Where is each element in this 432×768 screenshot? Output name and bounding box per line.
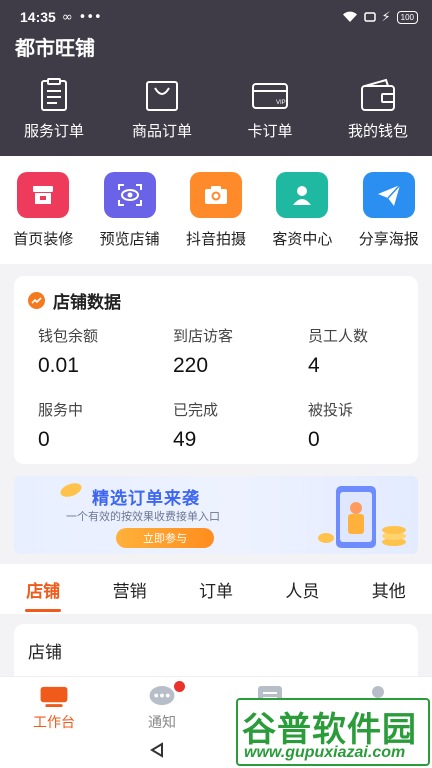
store-data-heading: 店铺数据: [53, 293, 121, 313]
infinity-icon: ∞: [61, 9, 73, 25]
tab-staff[interactable]: 人员: [259, 564, 345, 614]
nav-label: 通知: [148, 715, 176, 731]
watermark-url: www.gupuxiazai.com: [244, 744, 406, 761]
clipboard-icon: [41, 78, 67, 111]
stat-value: 0: [38, 428, 50, 451]
phone-illustration-icon: [318, 486, 406, 548]
quick-action-label: 商品订单: [131, 122, 192, 140]
paper-plane-icon: [362, 172, 415, 218]
stat-label: 已完成: [173, 401, 219, 419]
quick-actions: 服务订单 商品订单 VIP 卡订单 我的钱包: [0, 78, 432, 141]
stat-label: 钱包余额: [38, 327, 99, 345]
back-triangle-icon[interactable]: [150, 742, 164, 758]
stat-value: 4: [308, 354, 320, 377]
join-now-button[interactable]: 立即参与: [116, 528, 214, 548]
quick-action-label: 卡订单: [247, 122, 293, 140]
preview-store-button[interactable]: 预览店铺: [86, 156, 172, 264]
tab-orders[interactable]: 订单: [173, 564, 259, 614]
tool-label: 预览店铺: [99, 230, 160, 248]
header: 14:35 ∞ ••• ⚡ 100 都市旺铺 服务订单 商品订单 VIP 卡订单…: [0, 0, 432, 156]
coin-icon: [60, 483, 82, 497]
tool-label: 抖音拍摄: [185, 230, 246, 248]
vip-card-icon: VIP: [252, 83, 288, 109]
store-data-title: 店铺数据: [28, 288, 121, 313]
screen-icon: [363, 12, 376, 22]
stat-label: 被投诉: [308, 401, 354, 419]
category-tabs: 店铺 营销 订单 人员 其他: [0, 564, 432, 614]
tab-other[interactable]: 其他: [346, 564, 432, 614]
store-icon: [17, 172, 70, 218]
douyin-shoot-button[interactable]: 抖音拍摄: [173, 156, 259, 264]
eye-scan-icon: [103, 172, 156, 218]
product-orders-button[interactable]: 商品订单: [108, 78, 216, 141]
nav-label: 工作台: [33, 715, 75, 731]
app-title: 都市旺铺: [15, 36, 95, 60]
svg-text:VIP: VIP: [276, 100, 286, 106]
nav-workbench[interactable]: 工作台: [0, 677, 108, 732]
quick-action-label: 我的钱包: [347, 122, 408, 140]
promo-banner[interactable]: 精选订单来袭 一个有效的按效果收费接单入口 立即参与: [14, 476, 418, 554]
quick-action-label: 服务订单: [23, 122, 84, 140]
my-wallet-button[interactable]: 我的钱包: [324, 78, 432, 141]
stat-staff-count[interactable]: 员工人数 4: [308, 325, 432, 378]
banner-subtitle: 一个有效的按效果收费接单入口: [66, 510, 220, 523]
charging-icon: ⚡: [381, 9, 391, 25]
store-section: 店铺: [14, 624, 418, 684]
notification-badge: [174, 681, 185, 692]
banner-title: 精选订单来袭: [92, 489, 200, 509]
customer-center-button[interactable]: 客资中心: [259, 156, 345, 264]
battery-indicator: 100: [396, 10, 418, 24]
stat-complaints[interactable]: 被投诉 0: [308, 399, 432, 452]
workbench-icon: [40, 686, 68, 708]
wallet-icon: [361, 78, 395, 111]
section-title: 店铺: [28, 643, 62, 663]
stat-value: 0.01: [38, 354, 79, 377]
stat-label: 员工人数: [308, 327, 369, 345]
status-time: 14:35: [20, 9, 56, 25]
stat-completed[interactable]: 已完成 49: [173, 399, 303, 452]
chat-bubble-icon: [149, 685, 175, 706]
stat-value: 220: [173, 354, 209, 377]
stat-wallet-balance[interactable]: 钱包余额 0.01: [38, 325, 168, 378]
store-data-card: 店铺数据 钱包余额 0.01 到店访客 220 员工人数 4 服务中 0 已完成…: [14, 276, 418, 464]
status-bar: 14:35 ∞ ••• ⚡ 100: [0, 0, 432, 34]
stat-visitors[interactable]: 到店访客 220: [173, 325, 303, 378]
stat-in-service[interactable]: 服务中 0: [38, 399, 168, 452]
wifi-icon: [342, 11, 357, 22]
tools-row: 首页装修 预览店铺 抖音拍摄 客资中心 分享海报: [0, 156, 432, 264]
camera-icon: [189, 172, 242, 218]
trend-icon: [28, 292, 45, 309]
contact-card-icon: [276, 172, 329, 218]
card-orders-button[interactable]: VIP 卡订单: [216, 78, 324, 141]
share-poster-button[interactable]: 分享海报: [346, 156, 432, 264]
tab-store[interactable]: 店铺: [0, 564, 86, 614]
tool-label: 分享海报: [358, 230, 419, 248]
stat-label: 服务中: [38, 401, 84, 419]
tool-label: 首页装修: [13, 230, 74, 248]
stat-label: 到店访客: [173, 327, 234, 345]
stat-value: 49: [173, 428, 197, 451]
nav-notifications[interactable]: 通知: [108, 677, 216, 732]
homepage-decor-button[interactable]: 首页装修: [0, 156, 86, 264]
tool-label: 客资中心: [272, 230, 333, 248]
stat-value: 0: [308, 428, 320, 451]
service-orders-button[interactable]: 服务订单: [0, 78, 108, 141]
shopping-bag-icon: [146, 81, 178, 111]
site-watermark: 谷普软件园 www.gupuxiazai.com: [236, 698, 430, 766]
tab-marketing[interactable]: 营销: [86, 564, 172, 614]
more-dots-icon: •••: [78, 9, 102, 25]
